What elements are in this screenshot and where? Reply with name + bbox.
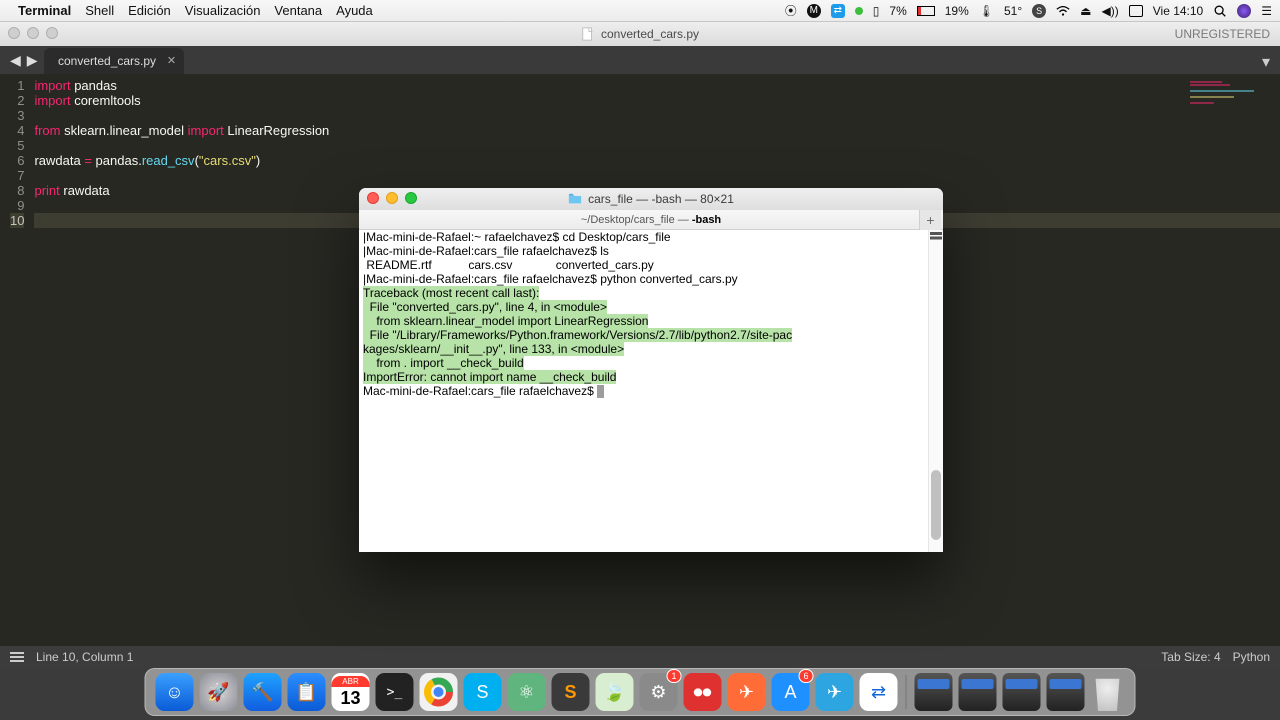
line-gutter: 1 2 3 4 5 6 7 8 9 10 [0, 74, 34, 646]
tab-overflow-icon[interactable]: ▾ [1262, 52, 1270, 72]
editor-tab-label: converted_cars.py [58, 54, 156, 68]
term-close-icon[interactable] [367, 192, 379, 204]
sublime-statusbar: Line 10, Column 1 Tab Size: 4 Python [0, 646, 1280, 668]
term-prompt: Mac-mini-de-Rafael:cars_file rafaelchave… [363, 384, 597, 398]
dock-trash-icon[interactable] [1091, 673, 1125, 711]
dock-badge: 1 [666, 669, 681, 683]
volume-icon[interactable]: ◀)) [1102, 4, 1119, 18]
syntax-mode[interactable]: Python [1233, 650, 1270, 664]
nav-forward-icon[interactable]: ▶ [27, 52, 38, 69]
terminal-cursor [597, 385, 604, 398]
terminal-path-text: ~/Desktop/cars_file — -bash [581, 214, 721, 226]
menu-edit[interactable]: Edición [128, 3, 171, 18]
terminal-tabbar: ~/Desktop/cars_file — -bash + [359, 210, 943, 230]
terminal-scrollbar[interactable] [928, 230, 943, 552]
cpu-icon: ▯ [873, 4, 880, 18]
unregistered-label: UNREGISTERED [1175, 27, 1270, 41]
notification-center-icon[interactable]: ☰ [1261, 4, 1272, 18]
menu-shell[interactable]: Shell [85, 3, 114, 18]
eject-icon[interactable]: ⏏ [1080, 4, 1091, 18]
dock-stack[interactable] [959, 673, 997, 711]
terminal-title-text: cars_file — -bash — 80×21 [588, 192, 734, 206]
scrollbar-top-icon [930, 232, 942, 242]
menubar-app-name[interactable]: Terminal [18, 3, 71, 18]
term-zoom-icon[interactable] [405, 192, 417, 204]
dock-badge: 6 [798, 669, 813, 683]
traffic-zoom-icon[interactable] [46, 27, 58, 39]
temp-value: 51° [1004, 4, 1022, 18]
dock-app-trello[interactable]: 📋 [288, 673, 326, 711]
sublime-tabbar: ◀▶ converted_cars.py ✕ ▾ [0, 46, 1280, 74]
dock-stack[interactable] [1047, 673, 1085, 711]
term-traceback: Traceback (most recent call last): [363, 286, 539, 300]
status-icon-2[interactable]: ⇄ [831, 4, 845, 18]
tab-close-icon[interactable]: ✕ [167, 54, 176, 67]
dock-app-terminal[interactable]: >_ [376, 673, 414, 711]
line-number: 1 [10, 78, 24, 93]
dock-app-atom[interactable]: ⚛ [508, 673, 546, 711]
terminal-titlebar[interactable]: cars_file — -bash — 80×21 [359, 188, 943, 210]
term-line: |Mac-mini-de-Rafael:cars_file rafaelchav… [359, 272, 943, 286]
scrollbar-thumb[interactable] [931, 470, 941, 540]
location-icon[interactable]: ⦿ [785, 2, 797, 19]
menu-view[interactable]: Visualización [185, 3, 261, 18]
menu-help[interactable]: Ayuda [336, 3, 373, 18]
input-icon[interactable] [1129, 5, 1143, 17]
dock-app-chrome[interactable] [420, 673, 458, 711]
dock-app-teamviewer[interactable]: ⇄ [860, 673, 898, 711]
mac-menubar: Terminal Shell Edición Visualización Ven… [0, 0, 1280, 22]
nav-back-icon[interactable]: ◀ [10, 52, 21, 69]
dock-app-appstore[interactable]: A6 [772, 673, 810, 711]
terminal-body[interactable]: |Mac-mini-de-Rafael:~ rafaelchavez$ cd D… [359, 230, 943, 552]
sublime-title-text: converted_cars.py [601, 27, 699, 41]
sidebar-toggle-icon[interactable] [10, 652, 24, 662]
status-icon-1[interactable]: M [807, 4, 821, 18]
folder-icon [568, 192, 582, 206]
dock: ☺🚀🔨📋ABR13>_S⚛S🍃⚙1⏺⏺✈A6✈⇄ [145, 668, 1136, 716]
siri-icon[interactable] [1237, 4, 1251, 18]
dock-app-recorder[interactable]: ⏺⏺ [684, 673, 722, 711]
battery-icon [917, 6, 935, 16]
dock-app-postman[interactable]: ✈ [728, 673, 766, 711]
dock-app-sublime[interactable]: S [552, 673, 590, 711]
traffic-close-icon[interactable] [8, 27, 20, 39]
dock-app-settings[interactable]: ⚙1 [640, 673, 678, 711]
python-file-icon [581, 27, 595, 41]
cpu-percent: 7% [889, 4, 906, 18]
dock-app-xcode[interactable]: 🔨 [244, 673, 282, 711]
dock-app-telegram[interactable]: ✈ [816, 673, 854, 711]
dock-app-finder[interactable]: ☺ [156, 673, 194, 711]
battery-percent: 19% [945, 4, 969, 18]
sublime-nav-arrows[interactable]: ◀▶ [10, 52, 38, 69]
spotlight-icon[interactable] [1213, 4, 1227, 18]
status-dot-green[interactable] [855, 7, 863, 15]
editor-tab[interactable]: converted_cars.py ✕ [44, 48, 184, 74]
wifi-icon[interactable] [1056, 4, 1070, 18]
dock-stack[interactable] [915, 673, 953, 711]
term-line: README.rtf cars.csv converted_cars.py [359, 258, 943, 272]
sublime-titlebar[interactable]: converted_cars.py UNREGISTERED [0, 22, 1280, 46]
dock-app-mongodb[interactable]: 🍃 [596, 673, 634, 711]
clock[interactable]: Vie 14:10 [1153, 4, 1204, 18]
dock-divider [906, 675, 907, 709]
terminal-window: cars_file — -bash — 80×21 ~/Desktop/cars… [359, 188, 943, 552]
tab-size[interactable]: Tab Size: 4 [1161, 650, 1220, 664]
dock-app-calendar[interactable]: ABR13 [332, 673, 370, 711]
term-line: |Mac-mini-de-Rafael:~ rafaelchavez$ cd D… [359, 230, 943, 244]
traffic-minimize-icon[interactable] [27, 27, 39, 39]
skype-status-icon[interactable]: S [1032, 4, 1046, 18]
term-line: |Mac-mini-de-Rafael:cars_file rafaelchav… [359, 244, 943, 258]
dock-stack[interactable] [1003, 673, 1041, 711]
dock-app-launchpad[interactable]: 🚀 [200, 673, 238, 711]
cursor-position: Line 10, Column 1 [36, 650, 133, 664]
terminal-new-tab-icon[interactable]: + [919, 210, 941, 230]
temp-icon: 🌡 [979, 4, 994, 18]
menu-window[interactable]: Ventana [274, 3, 322, 18]
term-minimize-icon[interactable] [386, 192, 398, 204]
dock-app-skype[interactable]: S [464, 673, 502, 711]
minimap[interactable] [1190, 80, 1270, 140]
